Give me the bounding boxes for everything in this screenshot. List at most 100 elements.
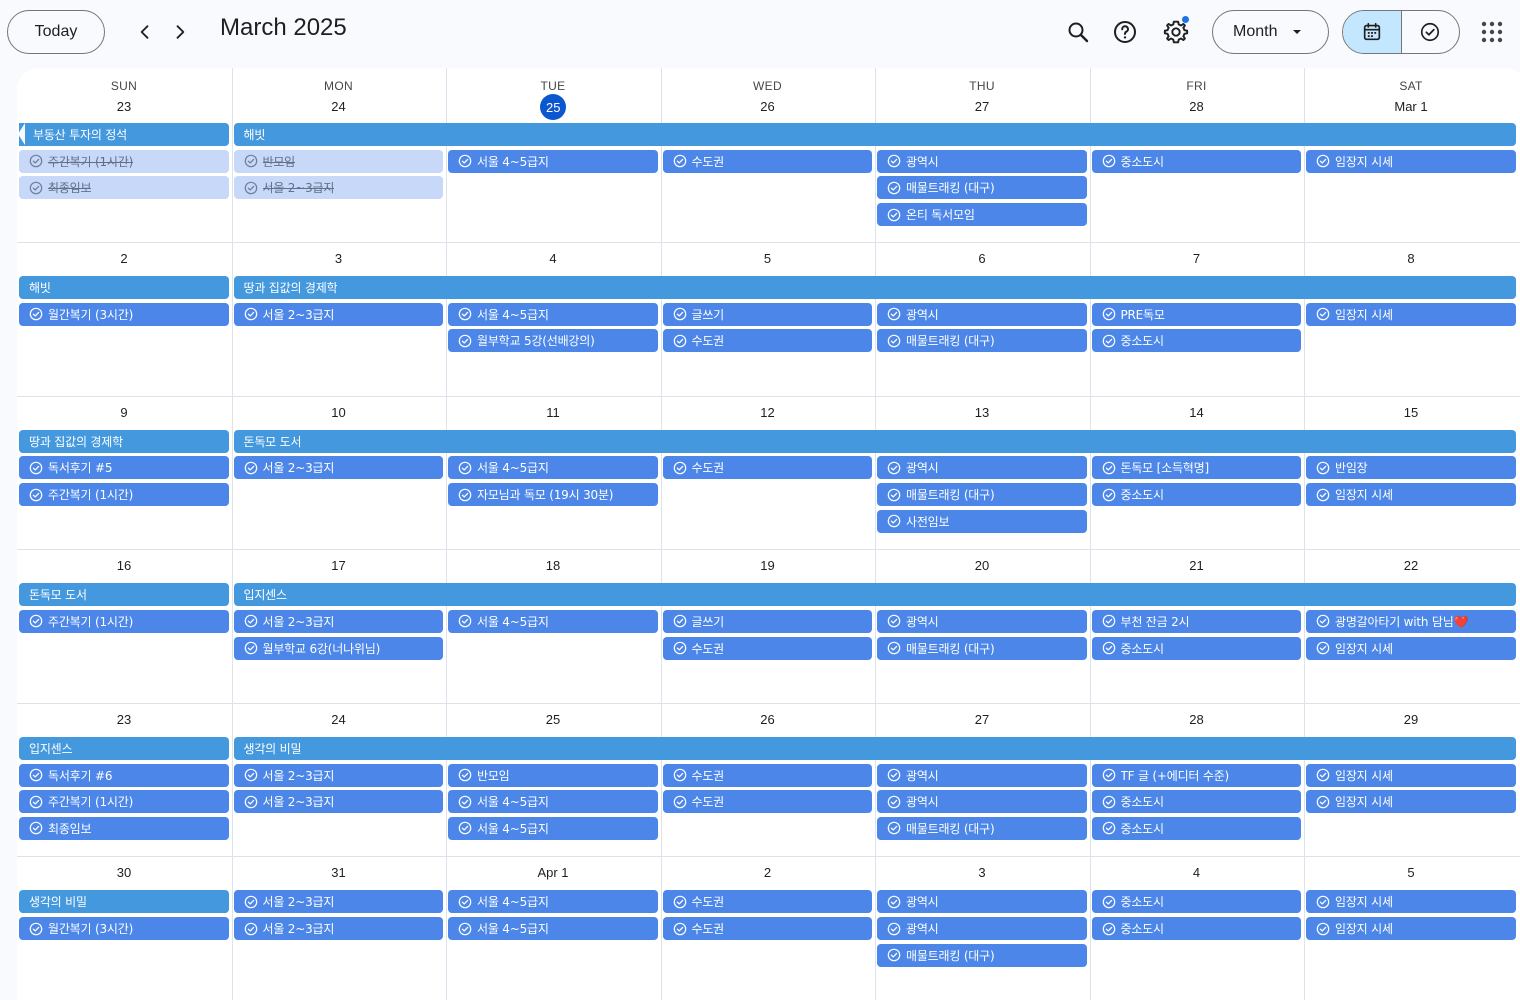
task-chip[interactable]: 중소도시 [1091,329,1301,353]
previous-month-button[interactable] [127,14,163,50]
task-chip[interactable]: 매물트래킹 (대구) [877,816,1087,840]
task-chip[interactable]: 글쓰기 [662,302,872,326]
date-number[interactable]: 5 [661,250,875,268]
date-number[interactable]: 14 [1090,404,1304,422]
task-chip[interactable]: 최종임보 [19,176,229,200]
date-number[interactable]: 16 [17,557,231,575]
task-chip[interactable]: 서울 4~5급지 [448,302,658,326]
settings-button[interactable] [1156,12,1196,52]
today-button[interactable]: Today [7,10,105,54]
task-chip[interactable]: PRE독모 [1091,302,1301,326]
all-day-event[interactable]: 생각의 비밀 [19,890,229,914]
task-chip[interactable]: 수도권 [662,790,872,814]
task-chip[interactable]: 매물트래킹 (대구) [877,636,1087,660]
google-apps-button[interactable] [1472,12,1512,52]
task-chip[interactable]: 돈독모 [소득혁명] [1091,456,1301,480]
task-chip[interactable]: 독서후기 #6 [19,763,229,787]
date-number[interactable]: 3 [232,250,446,268]
date-number[interactable]: 19 [661,557,875,575]
task-chip[interactable]: 수도권 [662,890,872,914]
task-chip[interactable]: 서울 4~5급지 [448,917,658,941]
task-chip[interactable]: 독서후기 #5 [19,456,229,480]
task-chip[interactable]: 임장지 시세 [1306,149,1516,173]
date-number[interactable]: 13 [875,404,1089,422]
task-chip[interactable]: 임장지 시세 [1306,763,1516,787]
task-chip[interactable]: 서울 2~3급지 [233,763,443,787]
date-number[interactable]: 27 [875,711,1089,729]
task-chip[interactable]: 부천 잔금 2시 [1091,609,1301,633]
task-chip[interactable]: 임장지 시세 [1306,636,1516,660]
task-chip[interactable]: 사전임보 [877,509,1087,533]
task-chip[interactable]: 월부학교 6강(너나위님) [233,636,443,660]
all-day-event[interactable]: 돈독모 도서 [233,429,1516,453]
date-number[interactable]: 9 [17,404,231,422]
task-chip[interactable]: 서울 4~5급지 [448,816,658,840]
task-chip[interactable]: TF 글 (+에디터 수준) [1091,763,1301,787]
task-chip[interactable]: 수도권 [662,636,872,660]
task-chip[interactable]: 서울 2~3급지 [233,890,443,914]
view-selector[interactable]: Month [1212,10,1329,54]
all-day-event[interactable]: 입지센스 [233,583,1516,607]
date-number[interactable]: 23 [17,98,231,116]
task-chip[interactable]: 서울 2~3급지 [233,302,443,326]
task-chip[interactable]: 수도권 [662,329,872,353]
today-date-marker[interactable]: 25 [540,94,567,120]
date-number[interactable]: 8 [1304,250,1518,268]
task-chip[interactable]: 수도권 [662,456,872,480]
task-chip[interactable]: 최종임보 [19,816,229,840]
all-day-event[interactable]: 해빗 [233,123,1516,146]
date-number[interactable]: 20 [875,557,1089,575]
date-number[interactable]: 6 [875,250,1089,268]
task-chip[interactable]: 임장지 시세 [1306,917,1516,941]
date-number[interactable]: 17 [232,557,446,575]
task-chip[interactable]: 서울 4~5급지 [448,456,658,480]
all-day-event[interactable]: 땅과 집값의 경제학 [233,276,1516,299]
next-month-button[interactable] [162,14,198,50]
task-chip[interactable]: 글쓰기 [662,609,872,633]
all-day-event[interactable]: 해빗 [19,276,229,299]
task-chip[interactable]: 광역시 [877,790,1087,814]
help-button[interactable] [1105,12,1145,52]
date-number[interactable]: 25 [446,711,660,729]
date-number[interactable]: 4 [446,250,660,268]
task-chip[interactable]: 임장지 시세 [1306,483,1516,506]
task-chip[interactable]: 서울 4~5급지 [448,609,658,633]
date-number[interactable]: 18 [446,557,660,575]
task-chip[interactable]: 임장지 시세 [1306,890,1516,914]
task-chip[interactable]: 서울 2~3급지 [233,456,443,480]
date-number[interactable]: 22 [1304,557,1518,575]
task-chip[interactable]: 반모임 [233,149,443,173]
task-chip[interactable]: 월간복기 (3시간) [19,302,229,326]
task-chip[interactable]: 중소도시 [1091,890,1301,914]
tasks-view-button[interactable] [1400,11,1459,53]
date-number[interactable]: 15 [1304,404,1518,422]
task-chip[interactable]: 서울 2~3급지 [233,917,443,941]
date-number[interactable]: 4 [1090,864,1304,882]
date-number[interactable]: Mar 1 [1304,98,1518,116]
task-chip[interactable]: 중소도시 [1091,790,1301,814]
task-chip[interactable]: 광역시 [877,917,1087,941]
task-chip[interactable]: 월간복기 (3시간) [19,917,229,941]
task-chip[interactable]: 광역시 [877,149,1087,173]
task-chip[interactable]: 광역시 [877,456,1087,480]
task-chip[interactable]: 중소도시 [1091,917,1301,941]
date-number[interactable]: 12 [661,404,875,422]
task-chip[interactable]: 매물트래킹 (대구) [877,176,1087,200]
date-number[interactable]: 24 [232,711,446,729]
task-chip[interactable]: 임장지 시세 [1306,302,1516,326]
date-number[interactable]: 23 [17,711,231,729]
date-number[interactable]: 27 [875,98,1089,116]
task-chip[interactable]: 광역시 [877,763,1087,787]
task-chip[interactable]: 수도권 [662,149,872,173]
date-number[interactable]: 31 [232,864,446,882]
date-number[interactable]: 5 [1304,864,1518,882]
date-number[interactable]: 24 [232,98,446,116]
task-chip[interactable]: 수도권 [662,763,872,787]
task-chip[interactable]: 주간복기 (1시간) [19,149,229,173]
task-chip[interactable]: 반모임 [448,763,658,787]
task-chip[interactable]: 광역시 [877,609,1087,633]
task-chip[interactable]: 자모님과 독모 (19시 30분) [448,483,658,506]
all-day-event[interactable]: 돈독모 도서 [19,583,229,607]
task-chip[interactable]: 주간복기 (1시간) [19,790,229,814]
task-chip[interactable]: 서울 2~3급지 [233,609,443,633]
